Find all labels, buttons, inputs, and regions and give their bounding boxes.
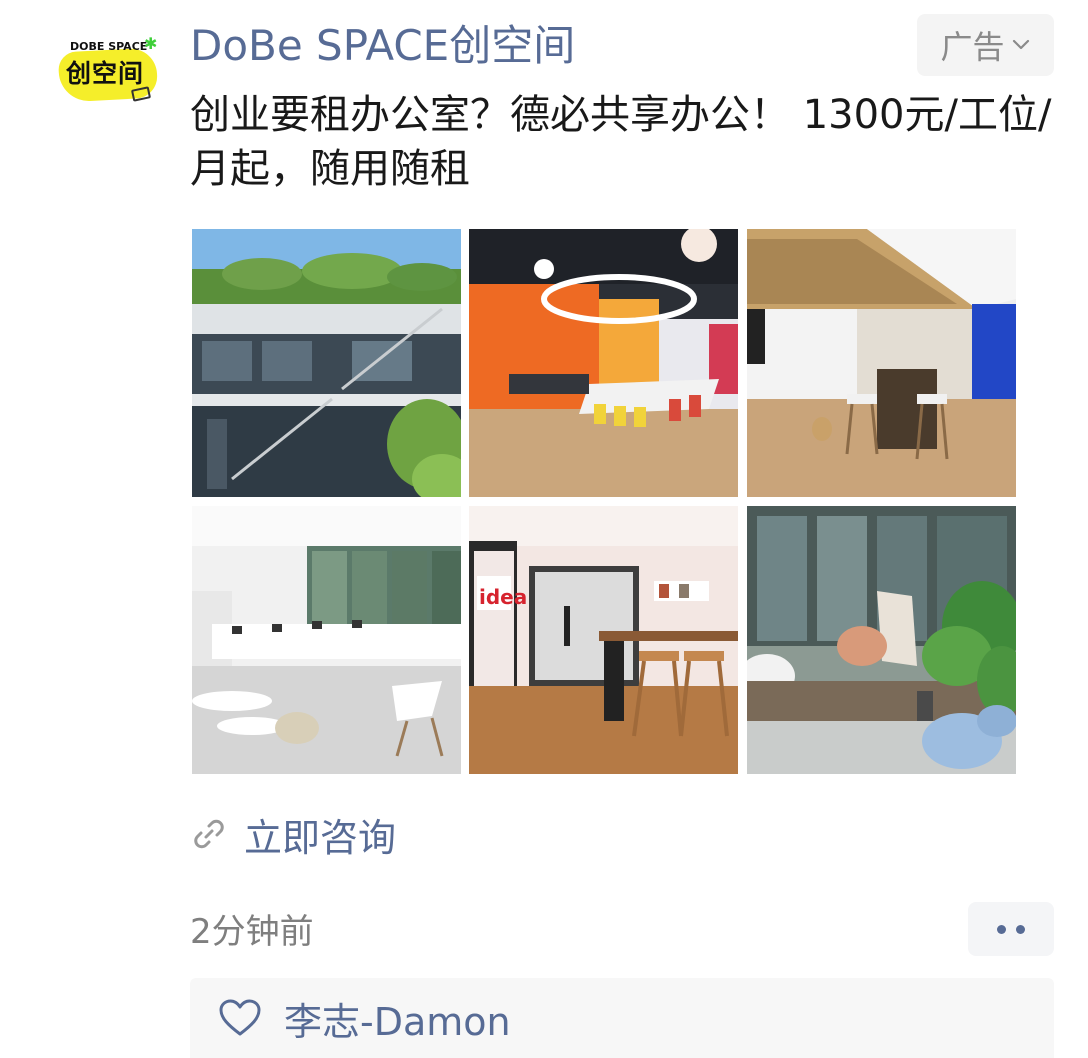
more-dots-icon — [1016, 924, 1025, 934]
photo-idea-glass-room[interactable]: idea — [469, 506, 738, 774]
chevron-down-icon — [1012, 39, 1029, 50]
photo-building-exterior[interactable] — [192, 229, 461, 497]
ad-tag-button[interactable]: 广告 — [917, 14, 1054, 76]
ad-tag-label: 广告 — [940, 28, 1005, 66]
heart-icon — [219, 999, 261, 1036]
consult-link-label: 立即咨询 — [244, 815, 397, 860]
likes-panel: 李志-Damon — [190, 978, 1054, 1058]
sparkle-icon: ✱ — [144, 34, 158, 53]
photo-meeting-room-orange[interactable] — [469, 229, 738, 497]
photo-lounge-bar-tables[interactable] — [747, 229, 1016, 497]
more-actions-button[interactable] — [968, 902, 1054, 956]
liker-name[interactable]: 李志-Damon — [284, 991, 511, 1046]
consult-link[interactable]: 立即咨询 — [192, 806, 396, 862]
link-icon — [194, 819, 224, 849]
photo-grid: idea — [192, 229, 1016, 774]
account-name[interactable]: DoBe SPACE创空间 — [190, 20, 575, 72]
avatar[interactable]: DOBE SPACE 创空间 ✱ — [56, 36, 164, 108]
post-timestamp: 2分钟前 — [190, 912, 314, 952]
photo-open-office-desks[interactable] — [192, 506, 461, 774]
logo-main-text: 创空间 — [66, 59, 145, 88]
more-dots-icon — [997, 924, 1006, 934]
photo-garden-patio[interactable] — [747, 506, 1016, 774]
logo-top-text: DOBE SPACE — [70, 40, 148, 53]
svg-text:idea: idea — [479, 585, 527, 609]
ad-text: 创业要租办公室？德必共享办公！ 1300元/工位/月起，随用随租 — [190, 92, 1052, 192]
logo-decoration — [130, 86, 152, 102]
